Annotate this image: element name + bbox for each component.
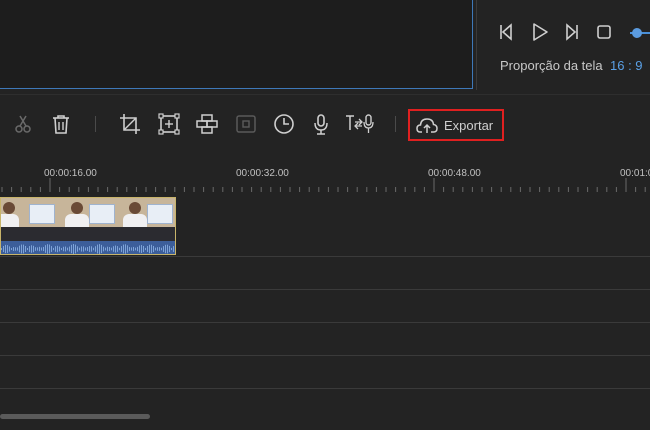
- ruler-tick-label: 00:01:0: [620, 168, 650, 179]
- delete-icon[interactable]: [50, 113, 72, 135]
- volume-slider-handle[interactable]: [632, 28, 642, 38]
- next-frame-icon[interactable]: [562, 22, 580, 42]
- audio-waveform: [1, 241, 175, 254]
- toolbar-divider: [95, 116, 96, 132]
- ruler-tick-label: 00:00:48.00: [428, 168, 481, 179]
- text-to-speech-icon[interactable]: [345, 113, 375, 135]
- track-divider: [0, 256, 650, 257]
- prev-frame-icon[interactable]: [498, 22, 516, 42]
- panel-separator: [0, 94, 650, 95]
- freeze-frame-icon: [235, 113, 257, 135]
- cloud-upload-icon: [416, 118, 438, 133]
- speed-icon[interactable]: [273, 113, 295, 135]
- track-divider: [0, 355, 650, 356]
- export-label: Exportar: [444, 117, 494, 133]
- stop-icon[interactable]: [596, 22, 612, 42]
- play-icon[interactable]: [530, 22, 550, 42]
- preview-canvas: [0, 0, 473, 89]
- toolbar-divider: [395, 116, 396, 132]
- export-button[interactable]: Exportar: [408, 109, 504, 141]
- track-divider: [0, 388, 650, 389]
- record-voice-icon[interactable]: [310, 113, 332, 135]
- clip-thumbnail: [59, 198, 117, 241]
- timeline-scrollbar[interactable]: [0, 414, 150, 419]
- mosaic-icon[interactable]: [196, 113, 218, 135]
- video-clip[interactable]: [0, 197, 176, 255]
- cut-icon[interactable]: [12, 113, 34, 135]
- timeline-ruler[interactable]: [0, 160, 650, 196]
- track-divider: [0, 289, 650, 290]
- aspect-ratio-label: Proporção da tela: [500, 58, 603, 73]
- ruler-tick-label: 00:00:16.00: [44, 168, 97, 179]
- aspect-ratio-value[interactable]: 16 : 9: [610, 58, 643, 73]
- ruler-tick-label: 00:00:32.00: [236, 168, 289, 179]
- resize-icon[interactable]: [158, 113, 180, 135]
- clip-thumbnail: [1, 198, 59, 241]
- panel-divider: [476, 0, 477, 90]
- track-divider: [0, 322, 650, 323]
- clip-thumbnail: [117, 198, 175, 241]
- crop-icon[interactable]: [119, 113, 141, 135]
